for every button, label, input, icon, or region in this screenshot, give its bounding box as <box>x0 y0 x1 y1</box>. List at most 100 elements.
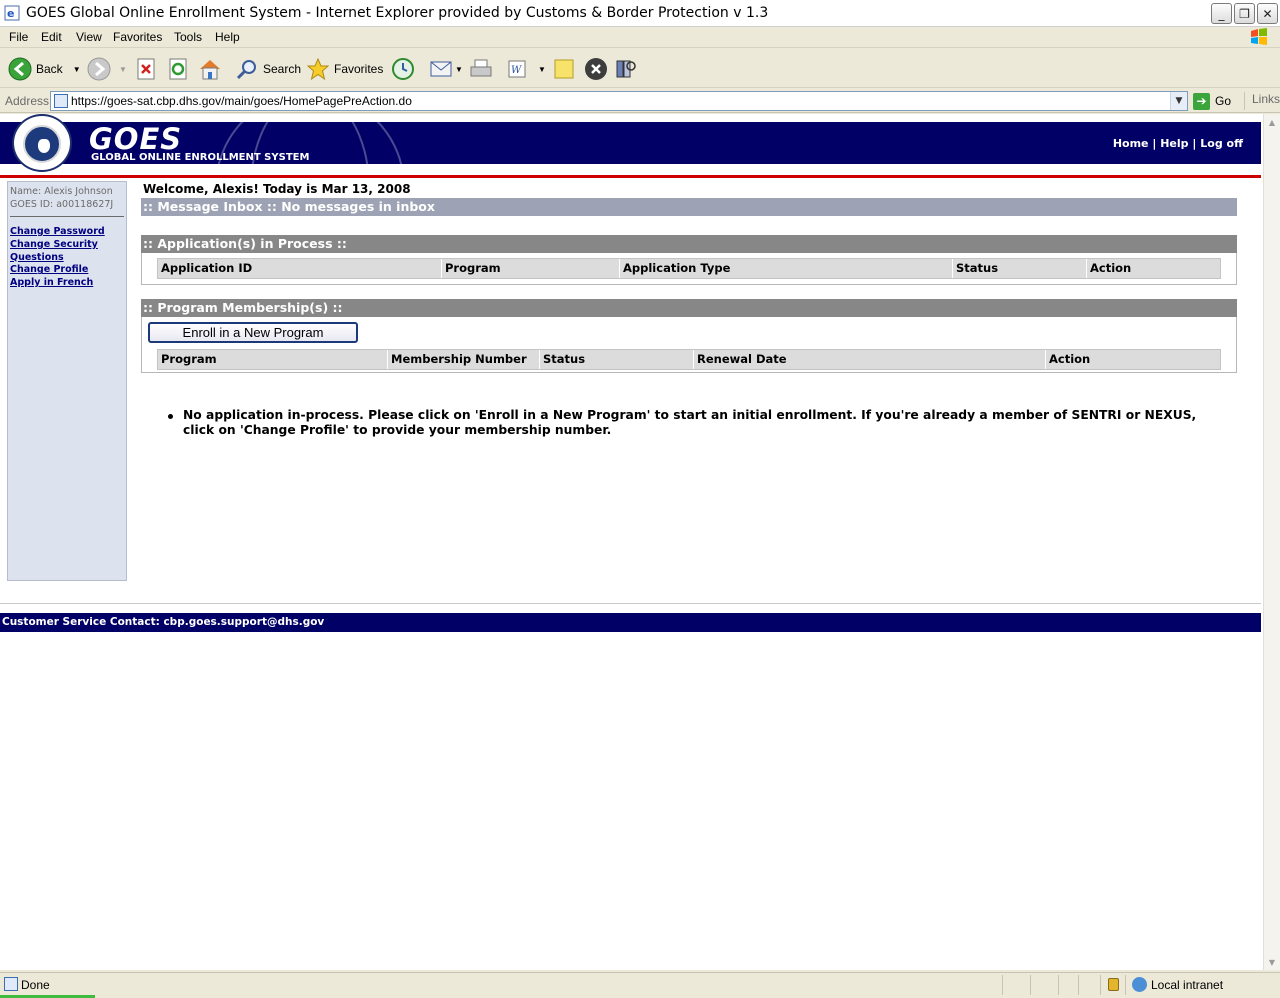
favorites-button[interactable]: Favorites <box>306 56 383 82</box>
maximize-button[interactable]: ❐ <box>1234 3 1255 24</box>
research-books-icon <box>616 60 636 78</box>
sticky-note-icon <box>554 59 574 79</box>
scroll-up-icon[interactable]: ▲ <box>1264 114 1280 130</box>
go-button[interactable]: ➔ Go <box>1193 92 1231 110</box>
col-program: Program <box>441 259 501 278</box>
logoff-link[interactable]: Log off <box>1200 137 1243 150</box>
print-button[interactable] <box>469 56 493 82</box>
col-program: Program <box>161 352 217 366</box>
goes-id: GOES ID: a00118627J <box>10 199 114 210</box>
mail-icon <box>430 61 452 77</box>
print-icon <box>470 59 492 77</box>
bullet-icon <box>168 414 173 419</box>
status-divider <box>1030 975 1031 995</box>
stop-button[interactable] <box>135 56 157 82</box>
links-button[interactable]: Links <box>1244 92 1280 110</box>
help-link[interactable]: Help <box>1160 137 1188 150</box>
history-icon <box>392 58 414 80</box>
footer-contact: Customer Service Contact: cbp.goes.suppo… <box>0 613 1261 632</box>
menu-view[interactable]: View <box>76 30 102 44</box>
col-renewal-date: Renewal Date <box>693 350 787 369</box>
col-application-type: Application Type <box>619 259 730 278</box>
menu-bar: File Edit View Favorites Tools Help <box>0 27 1280 48</box>
notes-button[interactable] <box>553 56 575 82</box>
eagle-icon <box>38 139 50 153</box>
goes-subtitle: GLOBAL ONLINE ENROLLMENT SYSTEM <box>91 152 310 163</box>
col-membership-number: Membership Number <box>387 350 527 369</box>
research-button[interactable] <box>614 56 638 82</box>
svg-text:e: e <box>7 7 14 20</box>
back-dropdown-icon[interactable]: ▼ <box>73 65 81 74</box>
history-button[interactable] <box>391 56 415 82</box>
back-arrow-icon <box>8 57 32 81</box>
intranet-globe-icon <box>1132 977 1147 992</box>
close-button[interactable]: ✕ <box>1257 3 1278 24</box>
menu-tools[interactable]: Tools <box>174 30 202 44</box>
status-divider <box>1058 975 1059 995</box>
favorites-label: Favorites <box>334 62 384 76</box>
red-divider <box>0 175 1261 178</box>
page-done-icon <box>4 977 18 991</box>
seal-inner <box>23 125 61 163</box>
mail-dropdown-icon[interactable]: ▼ <box>455 65 463 74</box>
block-icon <box>585 58 607 80</box>
minimize-icon: _ <box>1218 6 1225 21</box>
dhs-seal-icon <box>12 114 72 172</box>
enroll-new-program-button[interactable]: Enroll in a New Program <box>148 322 358 343</box>
change-security-questions-link-line2[interactable]: Questions <box>10 252 105 265</box>
window-title: GOES Global Online Enrollment System - I… <box>26 5 769 21</box>
refresh-button[interactable] <box>167 56 189 82</box>
menu-file[interactable]: File <box>9 30 28 44</box>
minimize-button[interactable]: _ <box>1211 3 1232 24</box>
change-password-link[interactable]: Change Password <box>10 226 105 239</box>
stop-icon <box>137 58 155 80</box>
search-label: Search <box>263 62 302 76</box>
search-button[interactable]: Search <box>235 56 301 82</box>
user-name: Name: Alexis Johnson <box>10 186 113 197</box>
edit-button[interactable]: W ▼ <box>506 56 546 82</box>
vertical-scrollbar[interactable]: ▲ ▼ <box>1263 114 1280 970</box>
menu-help[interactable]: Help <box>215 30 240 44</box>
page-icon <box>54 94 68 108</box>
refresh-icon <box>169 58 187 80</box>
address-dropdown-icon[interactable]: ▼ <box>1170 92 1187 110</box>
menu-favorites[interactable]: Favorites <box>113 30 162 44</box>
col-action: Action <box>1086 259 1131 278</box>
block-button[interactable] <box>584 56 608 82</box>
edit-dropdown-icon[interactable]: ▼ <box>538 65 546 74</box>
status-divider <box>1002 975 1003 995</box>
apply-in-french-link[interactable]: Apply in French <box>10 277 105 290</box>
back-button[interactable]: Back ▼ <box>8 56 81 82</box>
back-label: Back <box>36 62 63 76</box>
welcome-message: Welcome, Alexis! Today is Mar 13, 2008 <box>143 182 411 196</box>
forward-button[interactable]: ▼ <box>87 56 127 82</box>
user-info: Name: Alexis Johnson GOES ID: a00118627J <box>10 185 113 211</box>
change-security-questions-link[interactable]: Change Security <box>10 239 105 252</box>
scroll-down-icon[interactable]: ▼ <box>1264 954 1280 970</box>
address-input[interactable]: https://goes-sat.cbp.dhs.gov/main/goes/H… <box>50 91 1188 111</box>
menu-edit[interactable]: Edit <box>41 30 62 44</box>
mail-button[interactable]: ▼ <box>429 56 463 82</box>
home-button[interactable] <box>198 56 222 82</box>
goes-logo: GOES <box>89 122 183 156</box>
footer-divider <box>0 603 1261 604</box>
browser-window: e GOES Global Online Enrollment System -… <box>0 0 1280 998</box>
applications-bar: :: Application(s) in Process :: <box>141 235 1237 253</box>
favorites-star-icon <box>306 57 330 81</box>
address-url: https://goes-sat.cbp.dhs.gov/main/goes/H… <box>71 94 412 108</box>
status-bar: Done Local intranet <box>0 972 1280 998</box>
nav-separator: | <box>1152 137 1157 150</box>
forward-dropdown-icon[interactable]: ▼ <box>119 65 127 74</box>
change-profile-link[interactable]: Change Profile <box>10 264 105 277</box>
no-application-notice: No application in-process. Please click … <box>183 408 1197 437</box>
ie-page-icon: e <box>4 5 20 21</box>
left-sidebar: Name: Alexis Johnson GOES ID: a00118627J… <box>7 181 127 581</box>
title-bar: e GOES Global Online Enrollment System -… <box>0 0 1280 27</box>
svg-text:W: W <box>511 65 522 76</box>
home-link[interactable]: Home <box>1113 137 1149 150</box>
security-zone: Local intranet <box>1132 977 1223 992</box>
message-inbox-bar: :: Message Inbox :: No messages in inbox <box>141 198 1237 216</box>
goes-banner: GOES GLOBAL ONLINE ENROLLMENT SYSTEM Hom… <box>0 122 1261 164</box>
search-icon <box>236 60 256 80</box>
sidebar-divider <box>10 216 124 217</box>
